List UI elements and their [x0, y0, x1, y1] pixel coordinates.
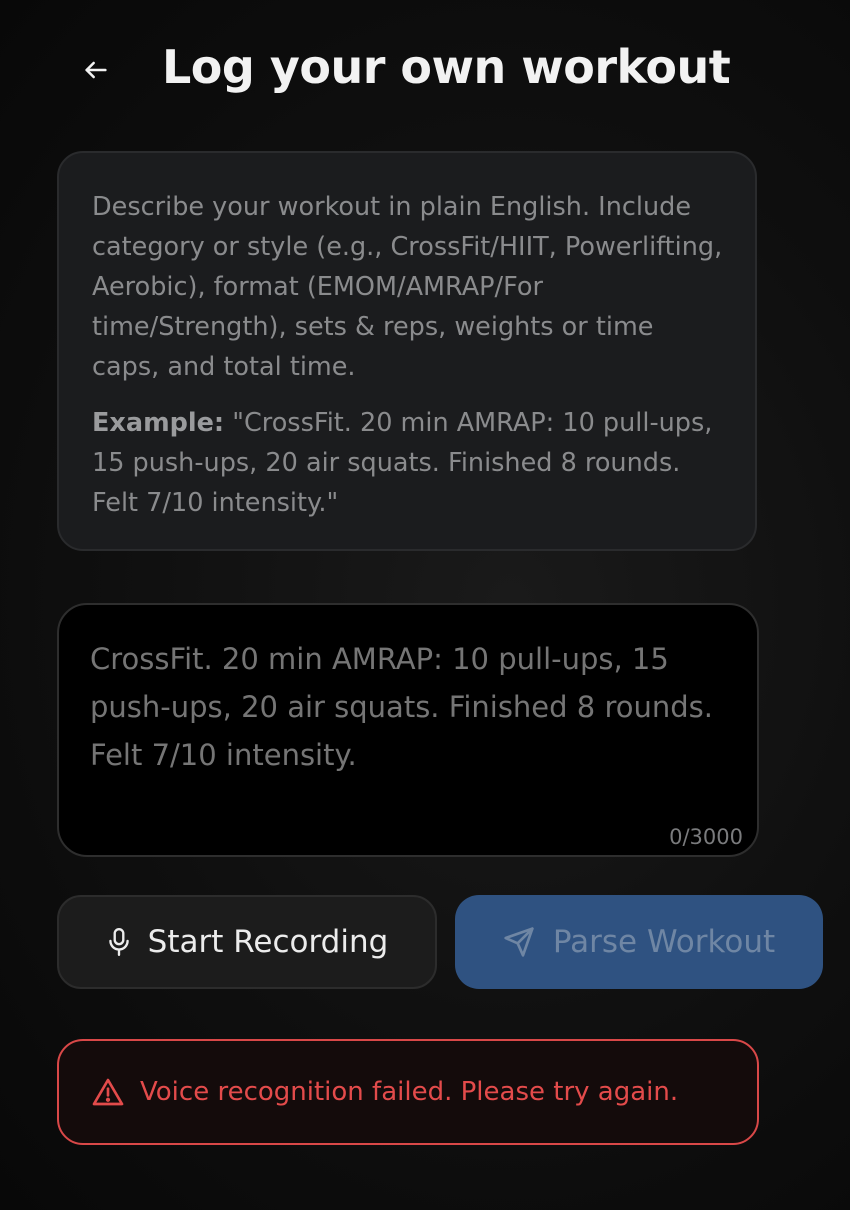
start-recording-button[interactable]: Start Recording [57, 895, 437, 989]
instructions-text: Describe your workout in plain English. … [92, 192, 723, 382]
error-message: Voice recognition failed. Please try aga… [140, 1077, 679, 1107]
error-alert: Voice recognition failed. Please try aga… [57, 1039, 759, 1145]
microphone-icon [106, 927, 132, 957]
arrow-left-icon [82, 56, 110, 84]
back-button[interactable] [78, 52, 114, 88]
parse-workout-button[interactable]: Parse Workout [455, 895, 823, 989]
workout-description-input[interactable] [90, 635, 730, 815]
page-title: Log your own workout [162, 40, 731, 94]
example-text: Example: "CrossFit. 20 min AMRAP: 10 pul… [92, 403, 725, 523]
character-counter: 0/3000 [669, 825, 743, 849]
warning-triangle-icon [92, 1077, 124, 1107]
parse-workout-label: Parse Workout [552, 924, 776, 960]
example-label: Example: [92, 408, 225, 438]
header: Log your own workout [0, 0, 850, 140]
instructions-card: Describe your workout in plain English. … [57, 151, 757, 551]
workout-input-container: 0/3000 [57, 603, 759, 857]
start-recording-label: Start Recording [147, 924, 389, 960]
send-icon [503, 926, 535, 958]
